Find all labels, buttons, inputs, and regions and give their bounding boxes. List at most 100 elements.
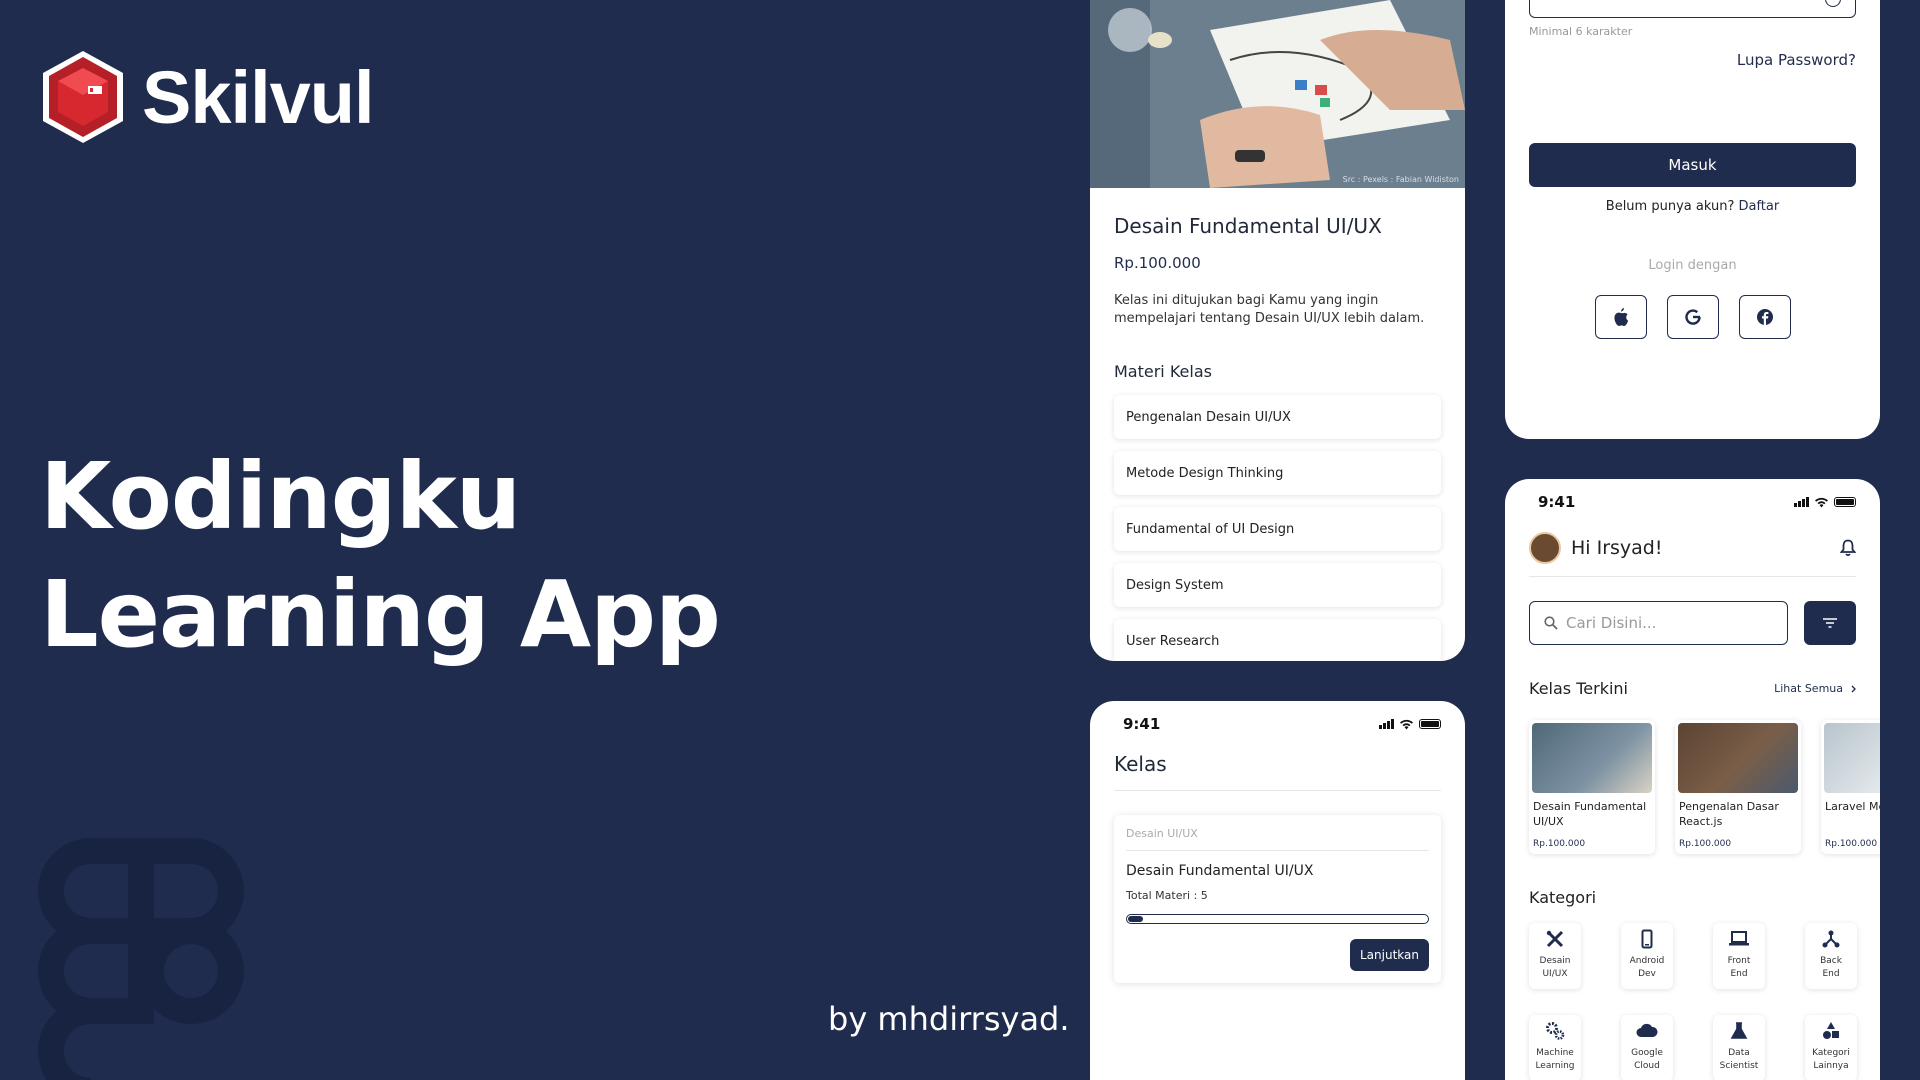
- register-link[interactable]: Daftar: [1738, 199, 1779, 214]
- status-icons: [1794, 497, 1856, 508]
- kelas-category: Desain UI/UX: [1126, 827, 1429, 851]
- category-label: End: [1822, 969, 1840, 979]
- bell-icon[interactable]: [1840, 539, 1856, 557]
- course-card-title: Laravel Me: [1825, 800, 1880, 813]
- network-icon: [1822, 930, 1840, 948]
- category-item[interactable]: Google Cloud: [1621, 1015, 1673, 1080]
- see-all-link[interactable]: Lihat Semua: [1774, 682, 1856, 695]
- chevron-right-icon: [1851, 685, 1856, 692]
- facebook-login-button[interactable]: [1739, 295, 1791, 339]
- course-card-title: Desain Fundamental UI/UX: [1533, 800, 1647, 828]
- password-field[interactable]: [1529, 0, 1856, 18]
- login-with-label: Login dengan: [1648, 258, 1737, 273]
- materi-item[interactable]: Pengenalan Desain UI/UX: [1114, 395, 1441, 439]
- materi-item[interactable]: Metode Design Thinking: [1114, 451, 1441, 495]
- kelas-card[interactable]: Desain UI/UX Desain Fundamental UI/UX To…: [1114, 815, 1441, 983]
- continue-button[interactable]: Lanjutkan: [1350, 939, 1429, 971]
- facebook-icon: [1757, 309, 1773, 326]
- register-prompt-text: Belum punya akun?: [1605, 199, 1735, 214]
- course-photo: Src : Pexels : Fabian Widiston: [1090, 0, 1465, 188]
- course-card-price: Rp.100.000: [1825, 839, 1878, 849]
- social-login-row: [1595, 295, 1791, 339]
- materi-item[interactable]: User Research: [1114, 619, 1441, 661]
- category-item[interactable]: Front End: [1713, 923, 1765, 989]
- skilvul-logo-icon: [43, 51, 123, 143]
- page-title: Kodingku Learning App: [40, 443, 721, 668]
- course-detail-screen: Src : Pexels : Fabian Widiston Desain Fu…: [1090, 0, 1465, 661]
- course-card[interactable]: Desain Fundamental UI/UX Rp.100.000: [1529, 720, 1655, 854]
- recent-heading: Kelas Terkini: [1529, 679, 1628, 698]
- category-heading: Kategori: [1529, 888, 1597, 907]
- kelas-heading: Kelas: [1114, 752, 1441, 791]
- status-icons: [1379, 719, 1441, 730]
- category-item[interactable]: Kategori Lainnya: [1805, 1015, 1857, 1080]
- materi-item[interactable]: Fundamental of UI Design: [1114, 507, 1441, 551]
- course-photo-illustration: [1090, 0, 1465, 188]
- category-label: Kategori: [1812, 1048, 1850, 1058]
- search-input[interactable]: Cari Disini...: [1529, 601, 1788, 645]
- status-time: 9:41: [1538, 493, 1576, 511]
- category-label: Cloud: [1634, 1061, 1660, 1071]
- brand-name: Skilvul: [142, 55, 375, 139]
- figma-icon: [38, 838, 244, 1080]
- eye-icon[interactable]: [1825, 0, 1841, 7]
- course-card-price: Rp.100.000: [1679, 839, 1732, 849]
- google-login-button[interactable]: [1667, 295, 1719, 339]
- phone-icon: [1641, 929, 1653, 949]
- flask-icon: [1730, 1022, 1748, 1039]
- avatar[interactable]: [1529, 532, 1561, 564]
- shapes-icon: [1823, 1022, 1839, 1039]
- category-label: Front: [1727, 956, 1751, 966]
- search-placeholder: Cari Disini...: [1566, 614, 1657, 632]
- status-time: 9:41: [1123, 715, 1161, 733]
- course-card-title: Pengenalan Dasar React.js: [1679, 800, 1779, 828]
- recent-section-header: Kelas Terkini Lihat Semua: [1529, 679, 1856, 698]
- category-label: Scientist: [1719, 1061, 1759, 1071]
- kelas-screen: 9:41 Kelas Desain UI/UX Desain Fundament…: [1090, 701, 1465, 1080]
- category-item[interactable]: Desain UI/UX: [1529, 923, 1581, 989]
- category-label: Android: [1629, 956, 1665, 966]
- filter-button[interactable]: [1804, 601, 1856, 645]
- filter-icon: [1823, 618, 1837, 628]
- kelas-total-materi: Total Materi : 5: [1126, 889, 1208, 902]
- category-item[interactable]: Android Dev: [1621, 923, 1673, 989]
- greeting-row: Hi Irsyad!: [1529, 532, 1856, 577]
- materi-item[interactable]: Design System: [1114, 563, 1441, 607]
- login-button[interactable]: Masuk: [1529, 143, 1856, 187]
- see-all-label: Lihat Semua: [1774, 682, 1843, 695]
- category-grid: Desain UI/UX Android Dev Front End Back End …: [1529, 923, 1856, 1080]
- apple-login-button[interactable]: [1595, 295, 1647, 339]
- greeting-text: Hi Irsyad!: [1571, 537, 1663, 559]
- category-label: Machine: [1536, 1048, 1574, 1058]
- home-screen: 9:41 Hi Irsyad! Cari Disini... Kelas Ter…: [1505, 479, 1880, 1080]
- materi-heading: Materi Kelas: [1114, 362, 1212, 381]
- login-screen: Minimal 6 karakter Lupa Password? Masuk …: [1505, 0, 1880, 439]
- status-bar: 9:41: [1505, 492, 1880, 512]
- course-thumbnail: [1678, 723, 1798, 793]
- course-list: Desain Fundamental UI/UX Rp.100.000 Peng…: [1529, 720, 1880, 854]
- register-prompt: Belum punya akun? Daftar: [1505, 199, 1880, 214]
- category-label: Google: [1631, 1048, 1663, 1058]
- google-icon: [1685, 309, 1701, 325]
- category-item[interactable]: Machine Learning: [1529, 1015, 1581, 1080]
- gears-icon: [1546, 1022, 1565, 1040]
- course-card-price: Rp.100.000: [1533, 839, 1586, 849]
- forgot-password-link[interactable]: Lupa Password?: [1737, 51, 1856, 69]
- wifi-icon: [1400, 719, 1413, 729]
- brand-logo: Skilvul: [38, 48, 375, 146]
- category-label: Back: [1820, 956, 1842, 966]
- progress-fill: [1128, 916, 1143, 922]
- course-card[interactable]: Pengenalan Dasar React.js Rp.100.000: [1675, 720, 1801, 854]
- category-label: UI/UX: [1542, 969, 1568, 979]
- password-hint: Minimal 6 karakter: [1529, 25, 1633, 38]
- wifi-icon: [1815, 497, 1828, 507]
- author-byline: by mhdirrsyad.: [828, 1000, 1070, 1038]
- course-card[interactable]: Laravel Me Rp.100.000: [1821, 720, 1880, 854]
- kelas-card-title: Desain Fundamental UI/UX: [1126, 863, 1314, 879]
- category-item[interactable]: Data Scientist: [1713, 1015, 1765, 1080]
- category-item[interactable]: Back End: [1805, 923, 1857, 989]
- course-title: Desain Fundamental UI/UX: [1114, 214, 1382, 238]
- category-label: End: [1730, 969, 1748, 979]
- apple-icon: [1614, 308, 1628, 326]
- category-label: Learning: [1535, 1061, 1575, 1071]
